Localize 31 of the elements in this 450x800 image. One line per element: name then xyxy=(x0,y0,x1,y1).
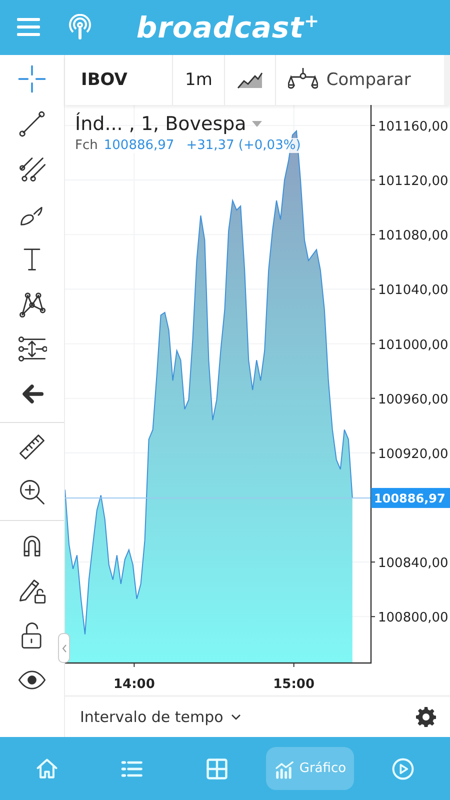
trend-line-icon xyxy=(17,108,47,138)
ruler-icon xyxy=(17,432,47,462)
home-icon xyxy=(34,756,59,780)
chevron-down-icon xyxy=(231,714,242,720)
y-axis-label: 101000,00 xyxy=(370,338,448,353)
app-logo: broadcast$^{+}$ xyxy=(135,12,320,42)
settings-icon[interactable] xyxy=(416,707,436,727)
y-axis-label: 101040,00 xyxy=(370,283,448,298)
collapse-handle[interactable] xyxy=(58,633,70,663)
change-value: +31,37 (+0,03%) xyxy=(186,138,301,153)
time-range-dropdown[interactable]: Intervalo de tempo xyxy=(80,708,242,726)
x-axis-label: 15:00 xyxy=(273,677,315,692)
y-axis-label: 101120,00 xyxy=(370,174,448,190)
ref-line-label: 100886,97 xyxy=(374,491,446,506)
y-axis-label: 100800,00 xyxy=(370,610,448,626)
y-axis-label: 100840,00 xyxy=(370,556,448,572)
y-axis-label: 101080,00 xyxy=(370,228,448,244)
close-label: Fch xyxy=(75,138,98,153)
crosshair-icon xyxy=(17,64,47,94)
x-axis-label: 14:00 xyxy=(113,677,155,692)
compare-button[interactable]: Comparar xyxy=(276,55,444,105)
grid-icon xyxy=(205,756,230,780)
y-axis-label: 100920,00 xyxy=(370,446,448,462)
symbol-title[interactable]: Índ... , 1, Bovespa xyxy=(75,113,246,135)
y-axis-label: 100960,00 xyxy=(370,392,448,408)
area-chart-icon xyxy=(237,71,264,89)
play-icon xyxy=(391,756,416,780)
last-price-badge: 100886,97 xyxy=(371,488,450,508)
close-value: 100886,97 xyxy=(104,138,174,153)
y-axis-label: 101160,00 xyxy=(370,119,448,134)
measure-lines-icon xyxy=(17,334,47,364)
